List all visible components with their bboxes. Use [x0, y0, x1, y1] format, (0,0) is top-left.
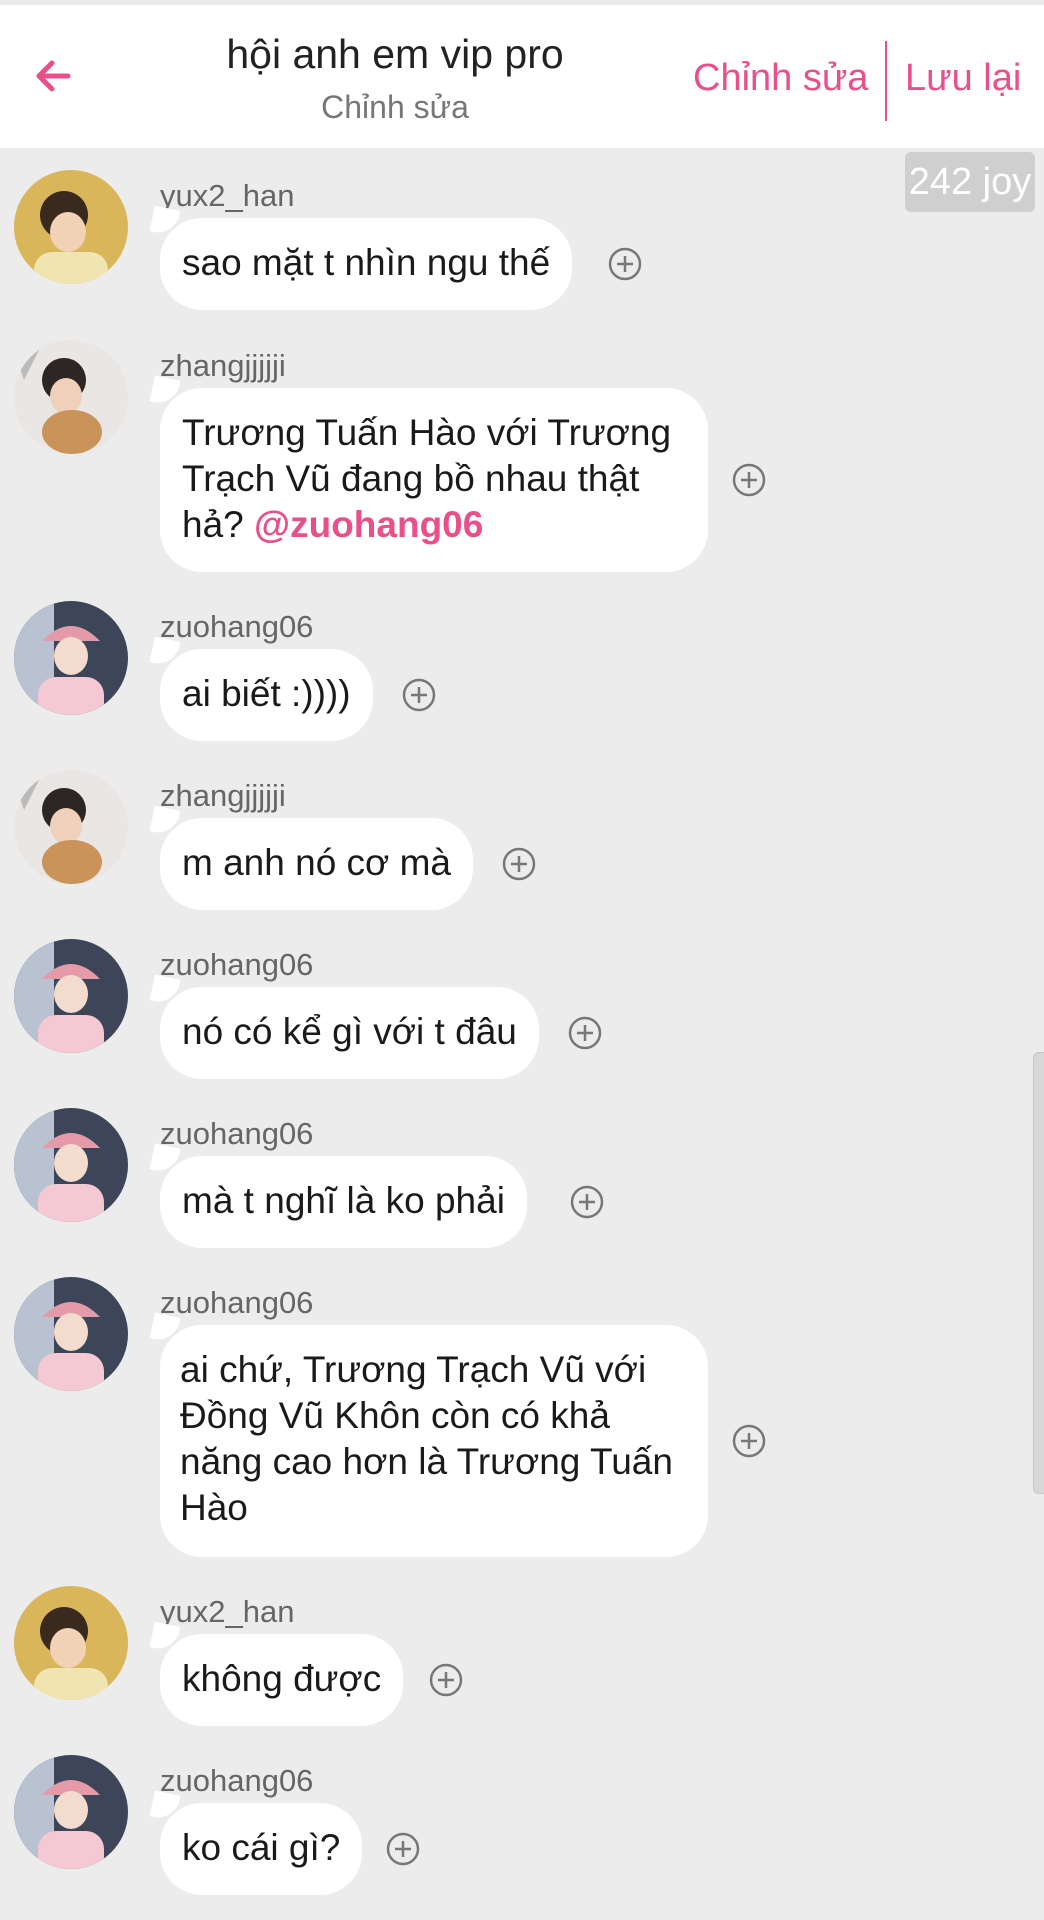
message-bubble: mà t nghĩ là ko phải: [160, 1156, 527, 1248]
message-text: m anh nó cơ mà: [182, 842, 451, 883]
avatar[interactable]: [14, 770, 128, 884]
header-divider: [885, 41, 887, 121]
chat-title: hội anh em vip pro: [226, 31, 564, 77]
add-reaction-icon[interactable]: [569, 1184, 605, 1220]
avatar[interactable]: [14, 170, 128, 284]
message-bubble: sao mặt t nhìn ngu thế: [160, 218, 573, 310]
message-text: không được: [182, 1658, 382, 1699]
add-reaction-icon[interactable]: [607, 246, 643, 282]
message-username: zuohang06: [160, 1763, 314, 1798]
add-reaction-icon[interactable]: [401, 677, 437, 713]
message-bubble: nó có kể gì với t đâu: [160, 987, 539, 1079]
message-bubble: ko cái gì?: [160, 1803, 363, 1895]
avatar[interactable]: [14, 340, 128, 454]
header-bar: hội anh em vip pro Chỉnh sửa Chỉnh sửa L…: [0, 5, 1044, 148]
message-username: yux2_han: [160, 178, 295, 213]
joy-badge: 242 joy: [905, 152, 1035, 212]
avatar[interactable]: [14, 1586, 128, 1700]
add-reaction-icon[interactable]: [385, 1831, 421, 1867]
message-username: zuohang06: [160, 947, 314, 982]
back-arrow-icon[interactable]: [28, 47, 86, 105]
avatar[interactable]: [14, 601, 128, 715]
message-bubble: Trương Tuấn Hào với Trương Trạch Vũ đang…: [160, 388, 708, 572]
message-username: zuohang06: [160, 609, 314, 644]
message-text: ko cái gì?: [182, 1827, 341, 1868]
mention-link[interactable]: @zuohang06: [254, 504, 483, 545]
message-username: zhangjjjjji: [160, 778, 286, 813]
chat-subtitle: Chỉnh sửa: [321, 89, 469, 125]
message-username: yux2_han: [160, 1594, 295, 1629]
message-username: zuohang06: [160, 1285, 314, 1320]
message-username: zuohang06: [160, 1116, 314, 1151]
edit-button[interactable]: Chỉnh sửa: [693, 57, 868, 100]
avatar[interactable]: [14, 1108, 128, 1222]
message-text: ai biết :)))): [182, 673, 351, 714]
message-bubble: m anh nó cơ mà: [160, 818, 473, 910]
avatar[interactable]: [14, 1755, 128, 1869]
message-text: nó có kể gì với t đâu: [182, 1011, 517, 1052]
add-reaction-icon[interactable]: [731, 1423, 767, 1459]
avatar[interactable]: [14, 939, 128, 1053]
message-text: mà t nghĩ là ko phải: [182, 1180, 505, 1221]
message-text: sao mặt t nhìn ngu thế: [182, 242, 551, 283]
add-reaction-icon[interactable]: [567, 1015, 603, 1051]
message-text: ai chứ, Trương Trạch Vũ với Đồng Vũ Khôn…: [180, 1349, 673, 1528]
message-bubble: ai chứ, Trương Trạch Vũ với Đồng Vũ Khôn…: [160, 1325, 708, 1557]
message-username: zhangjjjjji: [160, 348, 286, 383]
message-bubble: ai biết :)))): [160, 649, 373, 741]
save-button[interactable]: Lưu lại: [905, 57, 1021, 100]
add-reaction-icon[interactable]: [731, 462, 767, 498]
message-bubble: không được: [160, 1634, 404, 1726]
add-reaction-icon[interactable]: [501, 846, 537, 882]
scrollbar[interactable]: [1033, 1052, 1044, 1494]
avatar[interactable]: [14, 1277, 128, 1391]
add-reaction-icon[interactable]: [428, 1662, 464, 1698]
